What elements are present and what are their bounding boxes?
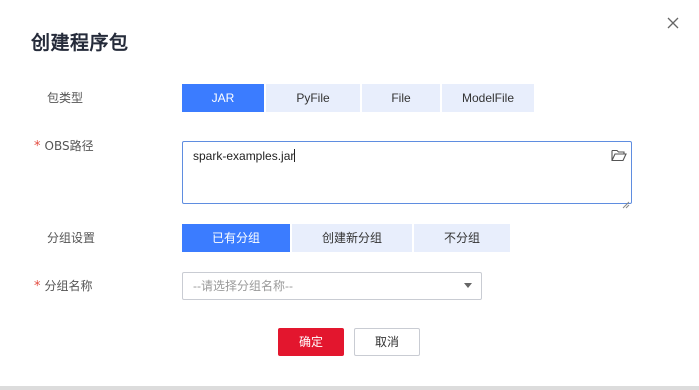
package-type-modelfile[interactable]: ModelFile (442, 84, 534, 112)
folder-icon[interactable] (611, 147, 627, 162)
resize-handle-icon[interactable] (622, 194, 630, 209)
dialog-title: 创建程序包 (31, 32, 129, 54)
dropdown-arrow-icon (464, 283, 472, 288)
required-mark: * (34, 279, 41, 294)
group-name-label: * 分组名称 (34, 276, 93, 296)
obs-path-label-text: OBS路径 (44, 139, 94, 153)
cancel-button[interactable]: 取消 (354, 328, 420, 356)
required-mark: * (34, 139, 41, 154)
package-type-segment: JAR PyFile File ModelFile (182, 84, 536, 112)
group-setting-label: 分组设置 (47, 231, 96, 245)
obs-path-textarea[interactable]: spark-examples.jar (182, 141, 632, 209)
text-caret (294, 149, 296, 162)
group-name-select[interactable]: --请选择分组名称-- (182, 272, 482, 300)
confirm-button[interactable]: 确定 (278, 328, 344, 356)
group-setting-segment: 已有分组 创建新分组 不分组 (182, 224, 512, 252)
group-name-label-text: 分组名称 (44, 279, 93, 293)
group-setting-create-new[interactable]: 创建新分组 (292, 224, 412, 252)
obs-path-value: spark-examples.jar (193, 149, 296, 163)
package-type-jar[interactable]: JAR (182, 84, 264, 112)
group-name-placeholder: --请选择分组名称-- (193, 279, 293, 293)
package-type-label: 包类型 (47, 91, 84, 105)
group-setting-existing[interactable]: 已有分组 (182, 224, 290, 252)
package-type-file[interactable]: File (362, 84, 440, 112)
package-type-pyfile[interactable]: PyFile (266, 84, 360, 112)
create-package-dialog: 创建程序包 包类型 JAR PyFile File ModelFile * OBS… (0, 0, 699, 390)
close-icon[interactable] (664, 14, 682, 32)
group-setting-none[interactable]: 不分组 (414, 224, 510, 252)
obs-path-label: * OBS路径 (34, 136, 94, 156)
page-divider (0, 386, 699, 390)
